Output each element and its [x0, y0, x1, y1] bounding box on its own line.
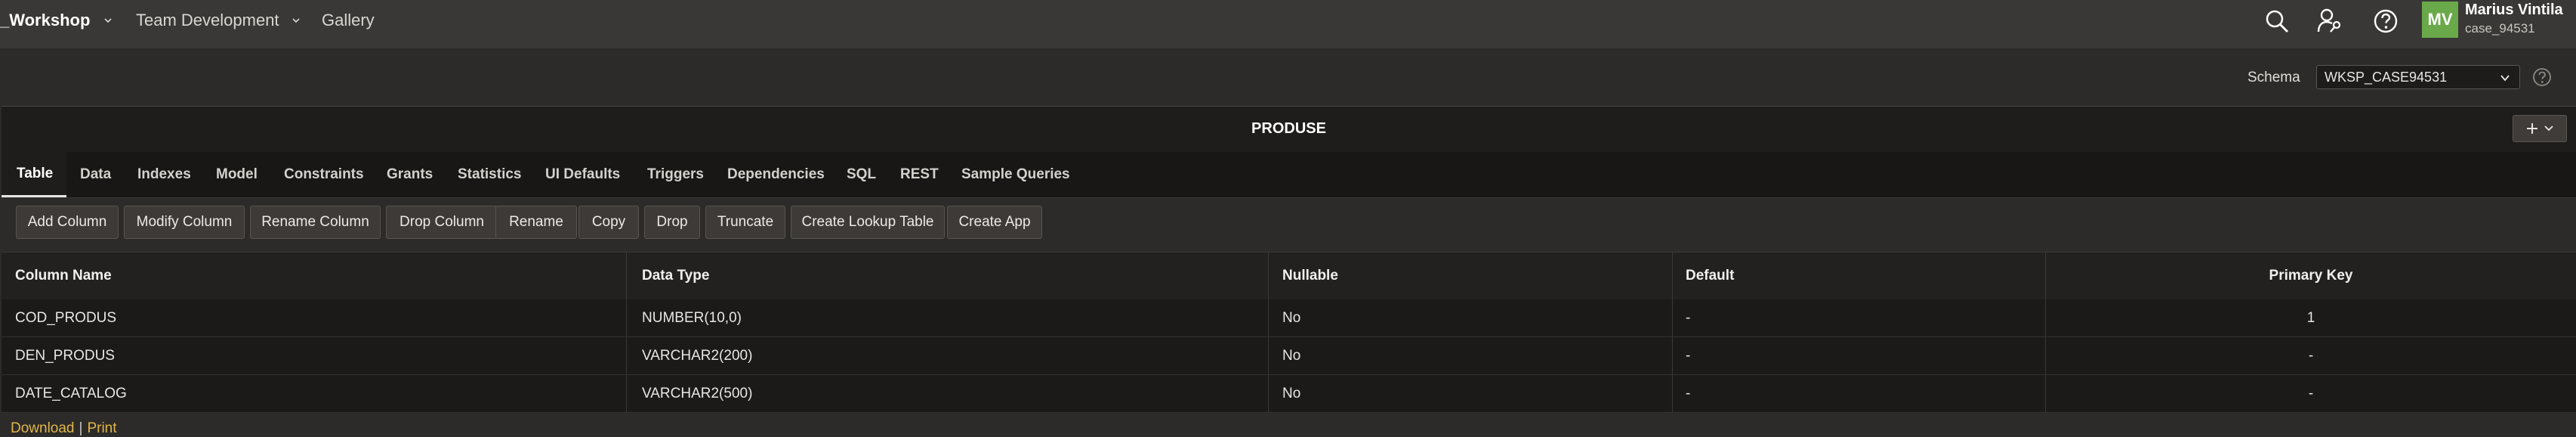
tab-dependencies[interactable]: Dependencies: [727, 152, 825, 197]
modify-column-button[interactable]: Modify Column: [124, 206, 245, 239]
help-button[interactable]: [2369, 5, 2402, 38]
help-icon: [2374, 9, 2398, 33]
column-divider: [626, 337, 627, 374]
tab-sql[interactable]: SQL: [847, 152, 876, 197]
help-icon[interactable]: [2531, 67, 2553, 88]
cell-nullable: No: [1282, 347, 1301, 364]
tab-ui-defaults[interactable]: UI Defaults: [545, 152, 620, 197]
cell-primary-key: -: [2308, 385, 2314, 401]
add-object-menu-button[interactable]: [2513, 115, 2567, 142]
cell-column-name: COD_PRODUS: [15, 309, 117, 326]
column-divider: [1672, 337, 1673, 374]
search-icon: [2266, 10, 2288, 33]
tab-statistics[interactable]: Statistics: [458, 152, 521, 197]
user-name[interactable]: Marius Vintila: [2465, 2, 2563, 19]
cell-primary-key: 1: [2306, 309, 2315, 326]
plus-icon: [2527, 123, 2537, 134]
nav-brand-menu[interactable]: _Workshop: [0, 0, 113, 41]
create-app-button[interactable]: Create App: [947, 206, 1042, 239]
tab-sample-queries[interactable]: Sample Queries: [961, 152, 1070, 197]
cell-nullable: No: [1282, 385, 1301, 401]
drop-button[interactable]: Drop: [644, 206, 700, 239]
truncate-button[interactable]: Truncate: [705, 206, 785, 239]
search-button[interactable]: [2260, 5, 2294, 38]
tab-table[interactable]: Table: [2, 152, 67, 197]
column-divider: [1672, 299, 1673, 336]
table-actions-toolbar: Add Column Modify Column Rename Column D…: [2, 198, 2576, 248]
column-divider: [1268, 253, 1269, 299]
column-divider: [626, 253, 627, 299]
column-divider: [1672, 375, 1673, 412]
nav-team-development[interactable]: Team Development: [136, 0, 301, 41]
schema-select[interactable]: WKSP_CASE94531: [2316, 65, 2520, 89]
schema-select-value: WKSP_CASE94531: [2325, 69, 2448, 85]
tab-constraints[interactable]: Constraints: [284, 152, 364, 197]
schema-label: Schema: [2247, 70, 2300, 85]
column-divider: [1268, 375, 1269, 412]
tab-data[interactable]: Data: [80, 152, 111, 197]
administration-button[interactable]: [2313, 5, 2346, 38]
column-header-primary-key[interactable]: Primary Key: [2046, 253, 2576, 299]
table-row: DEN_PRODUS VARCHAR2(200) No - -: [2, 337, 2576, 375]
chevron-down-icon: [2500, 75, 2510, 82]
cell-nullable: No: [1282, 309, 1301, 326]
object-header: PRODUSE: [2, 106, 2576, 153]
column-divider: [1672, 253, 1673, 299]
drop-column-button[interactable]: Drop Column: [386, 206, 498, 239]
cell-default: -: [1686, 347, 1691, 364]
nav-gallery-label: Gallery: [322, 11, 375, 29]
schema-row: Schema WKSP_CASE94531: [0, 48, 2576, 106]
user-initials: MV: [2427, 10, 2453, 29]
rename-button[interactable]: Rename: [495, 206, 577, 239]
tab-grants[interactable]: Grants: [387, 152, 433, 197]
column-divider: [626, 375, 627, 412]
cell-data-type: VARCHAR2(500): [642, 385, 753, 401]
tab-indexes[interactable]: Indexes: [137, 152, 191, 197]
column-header-data-type[interactable]: Data Type: [642, 253, 709, 299]
tab-rest[interactable]: REST: [900, 152, 939, 197]
copy-button[interactable]: Copy: [578, 206, 639, 239]
add-column-button[interactable]: Add Column: [16, 206, 119, 239]
tab-bar: Table Data Indexes Model Constraints Gra…: [2, 152, 2576, 198]
column-divider: [626, 299, 627, 336]
user-key-icon: [2317, 8, 2341, 33]
table-header-row: Column Name Data Type Nullable Default P…: [2, 252, 2576, 300]
chevron-down-icon: [292, 18, 300, 23]
tab-triggers[interactable]: Triggers: [647, 152, 704, 197]
nav-gallery[interactable]: Gallery: [322, 0, 375, 41]
report-footer-links: Download | Print: [11, 420, 117, 437]
cell-default: -: [1686, 309, 1691, 326]
nav-team-development-label: Team Development: [136, 11, 279, 29]
cell-column-name: DEN_PRODUS: [15, 347, 115, 364]
column-header-column-name[interactable]: Column Name: [15, 253, 112, 299]
chevron-down-icon: [104, 18, 112, 23]
cell-data-type: NUMBER(10,0): [642, 309, 742, 326]
chevron-down-icon: [2544, 126, 2553, 132]
create-lookup-table-button[interactable]: Create Lookup Table: [791, 206, 945, 239]
cell-primary-key: -: [2308, 347, 2314, 364]
column-divider: [1268, 299, 1269, 336]
tab-model[interactable]: Model: [216, 152, 258, 197]
column-divider: [1268, 337, 1269, 374]
user-avatar[interactable]: MV: [2422, 2, 2458, 38]
column-header-nullable[interactable]: Nullable: [1282, 253, 1338, 299]
cell-default: -: [1686, 385, 1691, 401]
cell-column-name: DATE_CATALOG: [15, 385, 127, 401]
column-header-default[interactable]: Default: [1686, 253, 1734, 299]
user-workspace: case_94531: [2465, 21, 2535, 36]
table-row: COD_PRODUS NUMBER(10,0) No - 1: [2, 299, 2576, 337]
cell-data-type: VARCHAR2(200): [642, 347, 753, 364]
table-row: DATE_CATALOG VARCHAR2(500) No - -: [2, 375, 2576, 413]
top-navigation-bar: _Workshop Team Development Gallery MV Ma…: [0, 0, 2576, 49]
nav-brand-label: _Workshop: [0, 11, 91, 29]
rename-column-button[interactable]: Rename Column: [250, 206, 381, 239]
page-title: PRODUSE: [1251, 120, 1326, 137]
